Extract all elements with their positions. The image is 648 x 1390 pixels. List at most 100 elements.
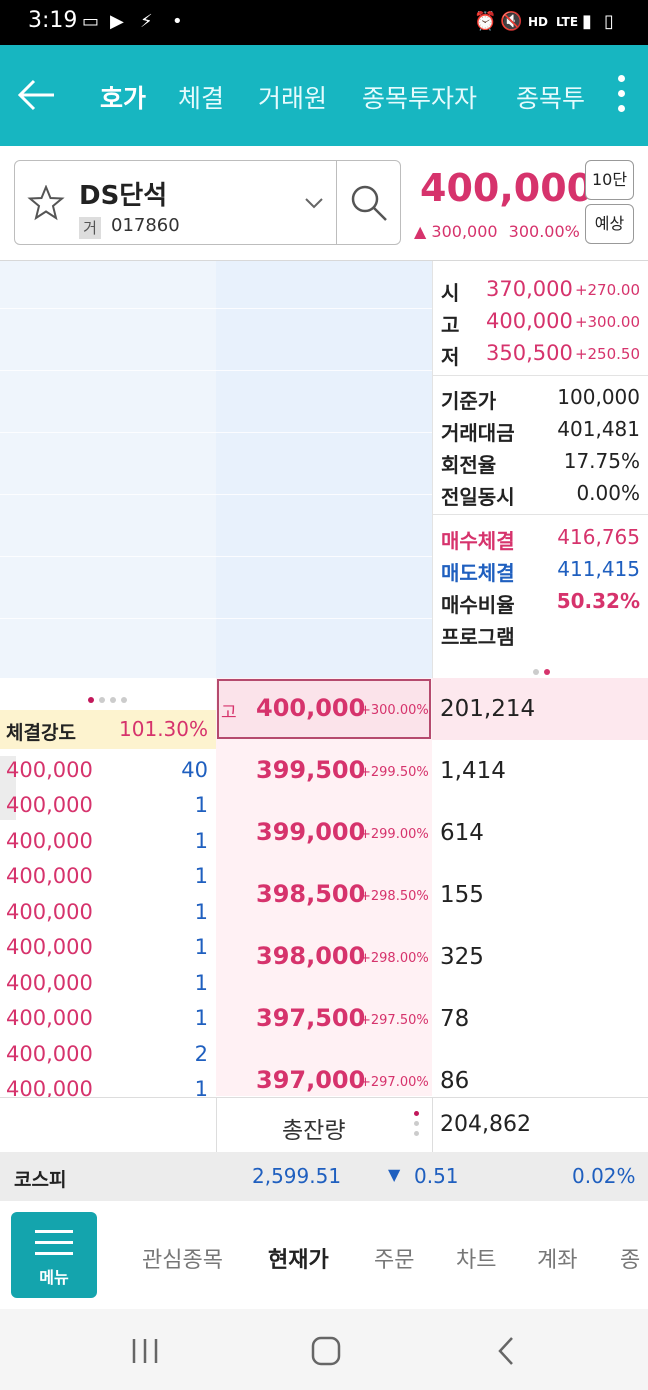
base-price-value: 100,000 (557, 385, 640, 409)
nav-more[interactable]: 종 (620, 1242, 640, 1274)
bid-price: 399,500 (256, 756, 366, 784)
trade-qty: 1 (194, 793, 208, 817)
divider (336, 161, 337, 244)
strength-value: 101.30% (119, 717, 208, 741)
trade-row: 400,000 1 (6, 793, 210, 817)
bid-qty: 155 (440, 882, 484, 908)
home-icon[interactable] (310, 1335, 342, 1371)
open-label: 시 (441, 281, 460, 305)
bid-pct: +297.50% (360, 1013, 429, 1028)
trade-row: 400,000 1 (6, 829, 210, 853)
low-label: 저 (441, 345, 460, 369)
high-tag: 고 (221, 703, 237, 723)
search-icon[interactable] (349, 183, 389, 227)
hd-voice-icon: HD (528, 15, 549, 29)
bid-price-column: 고 400,000 +300.00% 399,500 +299.50% 399,… (216, 678, 432, 1096)
strength-label: 체결강도 (6, 722, 76, 744)
exchange-badge: 거 (79, 217, 101, 239)
more-vertical-icon[interactable] (614, 75, 628, 112)
ask-row-divider (0, 556, 432, 557)
stock-name: DS단석 (79, 181, 168, 211)
index-ticker[interactable]: 코스피 2,599.51 ▼ 0.51 0.02% (0, 1152, 648, 1201)
trade-qty: 40 (181, 758, 208, 782)
bid-pct: +299.00% (360, 827, 429, 842)
bid-qty: 86 (440, 1068, 470, 1094)
tab-broker[interactable]: 거래원 (258, 79, 327, 115)
ask-price-column (216, 261, 432, 678)
trade-price: 400,000 (6, 900, 93, 924)
back-arrow-icon[interactable] (16, 78, 56, 116)
nav-account[interactable]: 계좌 (537, 1242, 577, 1274)
high-value: 400,000 (486, 309, 573, 333)
bid-volume-column: 201,214 1,414 614 155 325 78 86 (432, 678, 648, 1096)
tab-stock-more[interactable]: 종목투 (516, 79, 585, 115)
forecast-button[interactable]: 예상 (585, 204, 634, 244)
trade-row: 400,000 1 (6, 971, 210, 995)
ask-row-divider (0, 308, 432, 309)
trade-qty: 2 (194, 1042, 208, 1066)
bid-row[interactable]: 397,500 +297.50% (216, 988, 432, 1050)
trade-row: 400,000 1 (6, 864, 210, 888)
page-indicator (88, 688, 128, 707)
more-vertical-icon[interactable] (414, 1111, 420, 1136)
bid-price: 400,000 (256, 694, 366, 722)
bid-pct: +299.50% (360, 765, 429, 780)
nav-order[interactable]: 주문 (374, 1242, 414, 1274)
ask-row-divider (0, 618, 432, 619)
turnover-row: 회전율 17.75% (441, 449, 640, 478)
trade-qty: 1 (194, 864, 208, 888)
trade-row: 400,000 2 (6, 1042, 210, 1066)
recent-trades-panel: 체결강도 101.30% 400,000 40 400,000 1 400,000 1… (0, 678, 216, 1101)
flash-icon: ⚡ (140, 11, 153, 32)
star-icon[interactable] (27, 184, 65, 225)
bid-qty: 325 (440, 944, 484, 970)
bid-row[interactable]: 398,000 +298.00% (216, 926, 432, 988)
bid-qty: 201,214 (440, 696, 536, 722)
trade-qty: 1 (194, 829, 208, 853)
bid-row[interactable]: 고 400,000 +300.00% (216, 678, 432, 740)
battery-icon: ▯ (604, 11, 614, 32)
index-name: 코스피 (14, 1169, 67, 1191)
tab-execution[interactable]: 체결 (178, 79, 224, 115)
tab-hoga[interactable]: 호가 (100, 79, 146, 115)
alarm-icon: ⏰ (474, 11, 497, 32)
bid-row[interactable]: 399,500 +299.50% (216, 740, 432, 802)
bid-pct: +298.50% (360, 889, 429, 904)
hamburger-icon (35, 1230, 73, 1233)
system-nav-bar (0, 1309, 648, 1390)
program-row[interactable]: 프로그램 (441, 621, 640, 650)
back-icon[interactable] (496, 1335, 516, 1371)
levels-button[interactable]: 10단 (585, 160, 634, 200)
buy-exec-label: 매수체결 (441, 529, 515, 553)
program-label: 프로그램 (441, 625, 515, 649)
bid-row[interactable]: 398,500 +298.50% (216, 864, 432, 926)
trade-price: 400,000 (6, 1006, 93, 1030)
nav-chart[interactable]: 차트 (456, 1242, 496, 1274)
trade-qty: 1 (194, 900, 208, 924)
prev-same-time-label: 전일동시 (441, 485, 515, 509)
trade-row: 400,000 1 (6, 935, 210, 959)
bid-pct: +300.00% (360, 703, 429, 718)
menu-button[interactable]: 메뉴 (11, 1212, 97, 1298)
divider (433, 514, 648, 515)
open-row: 시 370,000 +270.00 (441, 277, 640, 306)
lte-icon: LTE (556, 15, 579, 29)
stock-selector[interactable]: DS단석 거 017860 (14, 160, 401, 245)
nav-watchlist[interactable]: 관심종목 (142, 1242, 223, 1274)
tab-investor[interactable]: 종목투자자 (362, 79, 477, 115)
bid-price: 397,500 (256, 1004, 366, 1032)
buy-exec-value: 416,765 (557, 525, 640, 549)
down-arrow-icon: ▼ (388, 1165, 401, 1184)
trade-price: 400,000 (6, 935, 93, 959)
bid-row[interactable]: 399,000 +299.00% (216, 802, 432, 864)
nav-current-price[interactable]: 현재가 (268, 1242, 329, 1274)
total-label: 총잔량 (282, 1118, 346, 1144)
chevron-down-icon[interactable] (305, 195, 323, 214)
buy-exec-row: 매수체결 416,765 (441, 525, 640, 554)
index-value: 2,599.51 (252, 1164, 342, 1188)
bid-qty: 1,414 (440, 758, 506, 784)
trade-row: 400,000 1 (6, 1006, 210, 1030)
high-row: 고 400,000 +300.00 (441, 309, 640, 338)
top-tab-bar: 호가 체결 거래원 종목투자자 종목투 (0, 45, 648, 146)
recent-apps-icon[interactable] (130, 1337, 160, 1369)
